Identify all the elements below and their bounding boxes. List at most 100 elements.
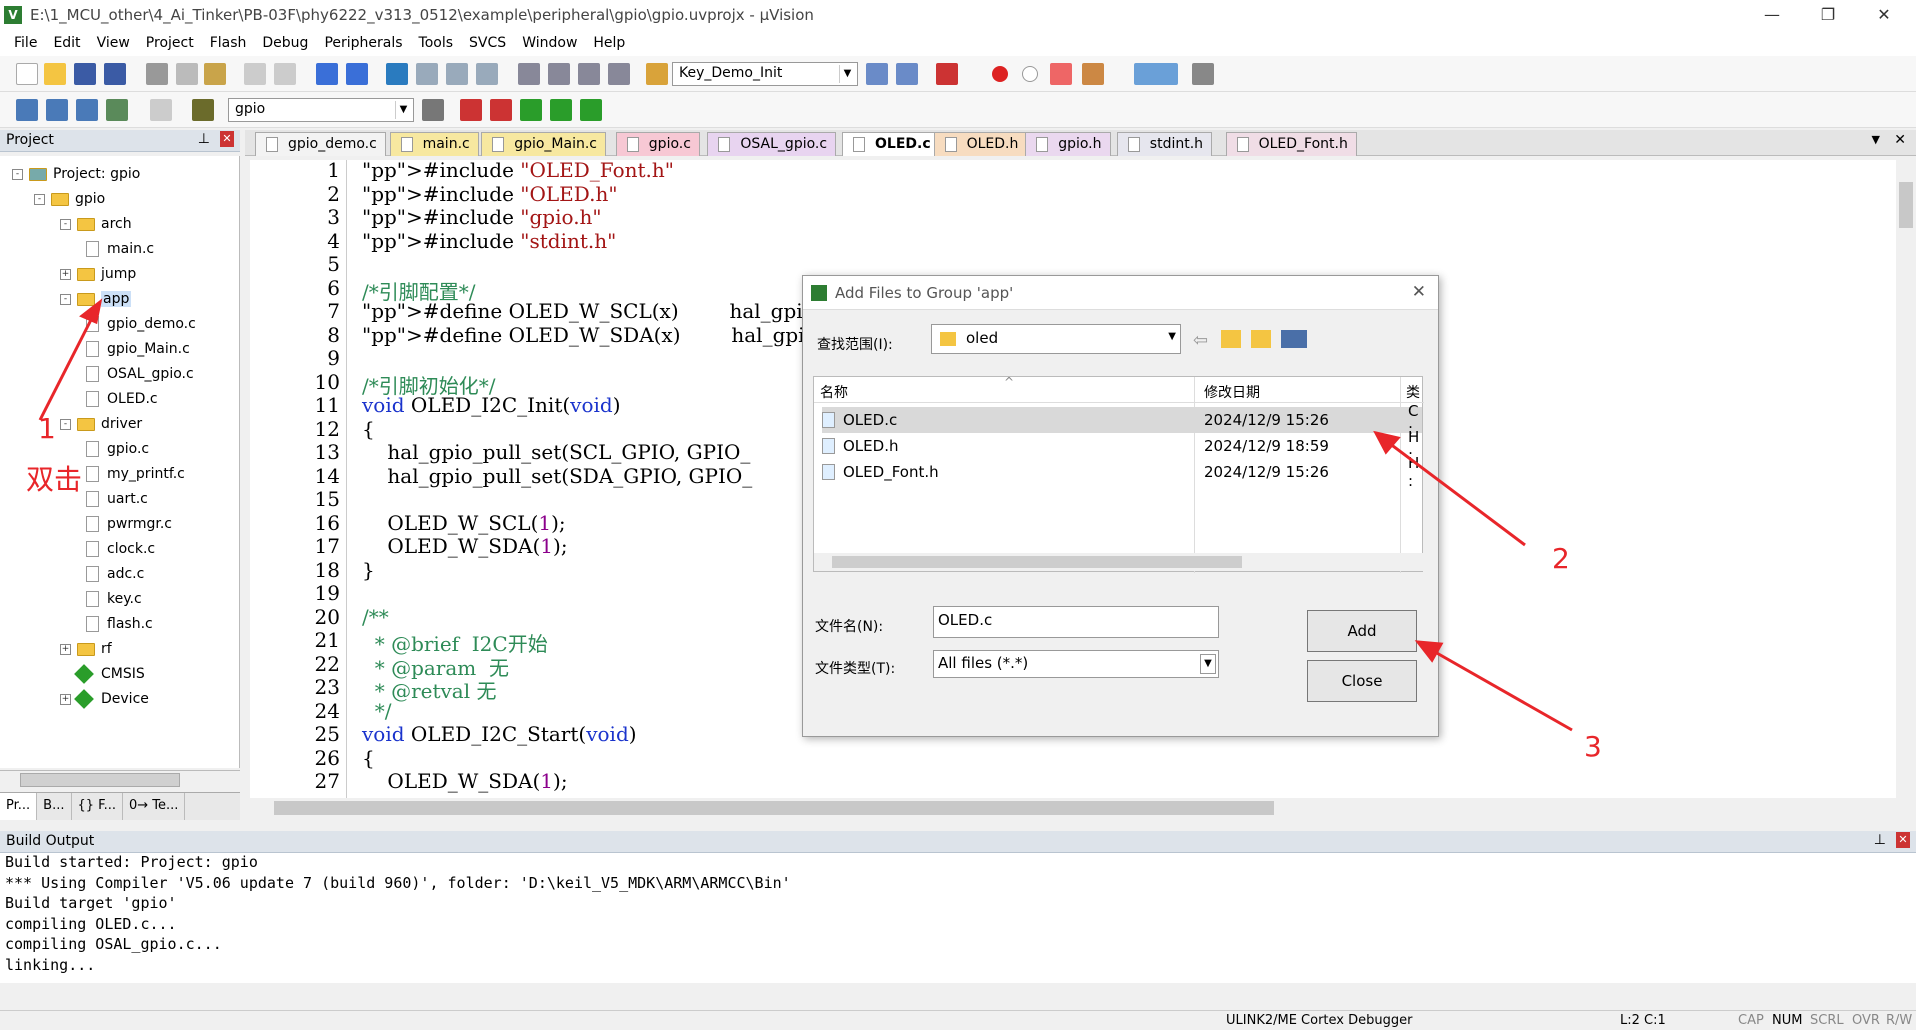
new-file-icon[interactable] (16, 63, 38, 85)
file-row[interactable]: OLED_Font.h 2024/12/9 15:26 H : (822, 454, 1422, 490)
window-layout-icon[interactable] (1134, 63, 1178, 85)
tab-gpio-demo-c[interactable]: gpio_demo.c (255, 132, 386, 156)
find-in-files-icon[interactable] (646, 63, 668, 85)
breakpoint-clear-icon[interactable] (1050, 63, 1072, 85)
undo-icon[interactable] (244, 63, 266, 85)
open-folder-icon[interactable] (44, 63, 66, 85)
file-extensions-icon[interactable] (460, 99, 482, 121)
collapse-icon[interactable]: - (60, 218, 71, 230)
code-line[interactable]: "pp">#define OLED_W_SCL(x) hal_gpio (362, 299, 815, 323)
scrollbar-thumb[interactable] (832, 556, 1242, 568)
code-line[interactable]: hal_gpio_pull_set(SCL_GPIO, GPIO_ (362, 440, 750, 464)
comment-icon[interactable] (578, 63, 600, 85)
select-packs-icon[interactable] (520, 99, 542, 121)
build-hscrollbar[interactable] (0, 985, 1916, 1005)
tree-node[interactable]: - app (60, 287, 132, 311)
expand-icon[interactable]: + (60, 268, 71, 280)
bookmark-clear-icon[interactable] (476, 63, 498, 85)
tree-node[interactable]: OLED.c (86, 387, 158, 411)
breakpoint-icon[interactable] (992, 66, 1008, 82)
save-icon[interactable] (74, 63, 96, 85)
tree-node[interactable]: uart.c (86, 487, 148, 511)
collapse-icon[interactable]: - (60, 418, 71, 430)
menu-item-tools[interactable]: Tools (411, 35, 462, 51)
tree-node[interactable]: flash.c (86, 612, 153, 636)
scrollbar-thumb[interactable] (20, 773, 180, 787)
menu-item-peripherals[interactable]: Peripherals (316, 35, 410, 51)
code-line[interactable]: "pp">#define OLED_W_SDA(x) hal_gpio (362, 323, 817, 347)
editor-vscrollbar[interactable] (1896, 160, 1916, 798)
close-icon[interactable]: ✕ (1894, 132, 1906, 148)
breakpoint-disable-icon[interactable] (1022, 66, 1038, 82)
tree-node[interactable]: key.c (86, 587, 142, 611)
collapse-icon[interactable]: - (12, 168, 23, 180)
menu-item-project[interactable]: Project (138, 35, 202, 51)
save-all-icon[interactable] (104, 63, 126, 85)
code-line[interactable]: "pp">#include "OLED.h" (362, 182, 618, 206)
back-arrow-icon[interactable]: ⇦ (1193, 330, 1208, 351)
breakpoint-kill-icon[interactable] (1082, 63, 1104, 85)
tab-oled-font-h[interactable]: OLED_Font.h (1225, 132, 1357, 156)
tree-node[interactable]: pwrmgr.c (86, 512, 172, 536)
expand-icon[interactable]: + (60, 693, 71, 705)
code-line[interactable]: hal_gpio_pull_set(SDA_GPIO, GPIO_ (362, 464, 752, 488)
expand-icon[interactable]: + (60, 643, 71, 655)
code-line[interactable]: "pp">#include "gpio.h" (362, 205, 602, 229)
file-row[interactable]: OLED.c 2024/12/9 15:26 C : (822, 402, 1422, 438)
up-folder-icon[interactable] (1221, 330, 1241, 348)
menu-item-svcs[interactable]: SVCS (461, 35, 514, 51)
tree-node[interactable]: + jump (60, 262, 136, 286)
filename-input[interactable]: OLED.c (933, 606, 1219, 638)
code-line[interactable]: { (362, 417, 375, 441)
configure-icon[interactable] (1192, 63, 1214, 85)
code-line[interactable]: } (362, 558, 375, 582)
indent-icon[interactable] (518, 63, 540, 85)
add-button[interactable]: Add (1307, 610, 1417, 652)
close-icon[interactable]: ✕ (220, 131, 234, 147)
code-line[interactable]: OLED_W_SCL(1); (362, 511, 565, 535)
tab-list-icon[interactable]: ▼ (1872, 133, 1880, 146)
debug-session-icon[interactable] (936, 63, 958, 85)
menu-item-view[interactable]: View (89, 35, 138, 51)
new-folder-icon[interactable] (1251, 330, 1271, 348)
uncomment-icon[interactable] (608, 63, 630, 85)
target-options-icon[interactable] (422, 99, 444, 121)
batch-build-icon[interactable] (106, 99, 128, 121)
minimize-icon[interactable]: — (1744, 0, 1800, 30)
menu-item-edit[interactable]: Edit (45, 35, 88, 51)
menu-item-debug[interactable]: Debug (254, 35, 316, 51)
collapse-icon[interactable]: - (60, 293, 71, 305)
cut-icon[interactable] (146, 63, 168, 85)
close-button[interactable]: Close (1307, 660, 1417, 702)
tree-node[interactable]: - driver (60, 412, 142, 436)
tree-node[interactable]: CMSIS (60, 662, 145, 686)
tree-node[interactable]: gpio_demo.c (86, 312, 196, 336)
menu-item-flash[interactable]: Flash (202, 35, 255, 51)
tab-gpio-c[interactable]: gpio.c (615, 132, 700, 156)
close-icon[interactable]: ✕ (1896, 832, 1910, 848)
panel-tab[interactable]: {} F... (72, 793, 123, 820)
build-icon[interactable] (46, 99, 68, 121)
download-icon[interactable] (192, 99, 214, 121)
code-line[interactable]: OLED_W_SDA(1); (362, 534, 567, 558)
collapse-icon[interactable]: - (34, 193, 45, 205)
tree-node[interactable]: adc.c (86, 562, 144, 586)
pin-icon[interactable]: ⊥ (198, 131, 210, 147)
menu-item-help[interactable]: Help (585, 35, 633, 51)
close-icon[interactable]: ✕ (1412, 282, 1426, 302)
code-line[interactable]: "pp">#include "OLED_Font.h" (362, 160, 674, 182)
panel-tab[interactable]: Pr... (0, 793, 38, 820)
code-line[interactable]: { (362, 746, 375, 770)
tree-node[interactable]: + rf (60, 637, 112, 661)
nav-back-icon[interactable] (316, 63, 338, 85)
tree-node[interactable]: + Device (60, 687, 149, 711)
view-menu-icon[interactable] (1281, 330, 1307, 348)
tab-stdint-h[interactable]: stdint.h (1116, 132, 1213, 156)
menu-item-window[interactable]: Window (514, 35, 585, 51)
translate-icon[interactable] (16, 99, 38, 121)
function-combo[interactable]: Key_Demo_Init ▼ (672, 62, 858, 86)
target-combo[interactable]: gpio ▼ (228, 98, 414, 122)
bookmark-icon[interactable] (386, 63, 408, 85)
close-icon[interactable]: ✕ (1856, 0, 1912, 30)
unindent-icon[interactable] (548, 63, 570, 85)
